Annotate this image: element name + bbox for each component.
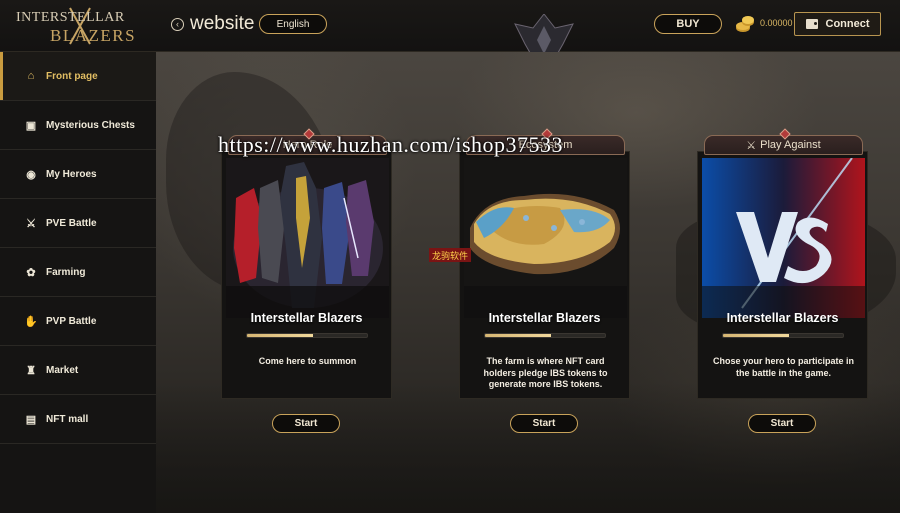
chest-icon: ▣ [25, 119, 37, 132]
card-description: Come here to summon [258, 356, 357, 366]
card-play-against: ⚔ Play Against Interstellar Blazers Chos… [697, 128, 868, 399]
language-selector[interactable]: English [259, 14, 327, 34]
card-progress-fill [247, 334, 313, 337]
crossed-swords-icon: ⚔ [26, 217, 36, 230]
wallet-icon [805, 19, 818, 29]
app-logo[interactable]: INTERSTELLAR BLAZERS [12, 6, 144, 48]
card-description: Chose your hero to participate in the ba… [712, 356, 855, 378]
gem-icon [779, 128, 791, 140]
sidebar-item-mysterious-chests[interactable]: ▣ Mysterious Chests [0, 101, 156, 150]
card-progress-bar [722, 333, 844, 338]
sidebar-nav: ⌂ Front page ▣ Mysterious Chests ◉ My He… [0, 52, 156, 513]
card-tab-label: Play Against [760, 139, 821, 151]
sidebar-item-my-heroes[interactable]: ◉ My Heroes [0, 150, 156, 199]
card-title: Interstellar Blazers [488, 311, 601, 325]
start-button[interactable]: Start [272, 414, 340, 433]
sidebar-item-label: My Heroes [46, 168, 97, 180]
connect-label: Connect [825, 18, 870, 30]
sidebar-item-label: Market [46, 364, 79, 376]
start-button[interactable]: Start [510, 414, 578, 433]
swords-icon: ⚔ [746, 139, 757, 152]
sidebar-item-label: Front page [46, 70, 98, 82]
sidebar-item-front-page[interactable]: ⌂ Front page [0, 52, 156, 101]
website-label: website [190, 13, 255, 34]
sidebar-item-farming[interactable]: ✿ Farming [0, 248, 156, 297]
sidebar-item-label: Farming [46, 266, 86, 278]
logo-text-top: INTERSTELLAR [16, 10, 125, 25]
watermark-url: https://www.huzhan.com/ishop37533 [218, 132, 564, 157]
shop-icon: ▤ [25, 413, 37, 426]
heroes-artwork [226, 158, 389, 318]
sidebar-item-label: PVE Battle [46, 217, 97, 229]
sidebar-item-label: NFT mall [46, 413, 89, 425]
connect-wallet-button[interactable]: Connect [794, 12, 881, 36]
sidebar-item-nft-mall[interactable]: ▤ NFT mall [0, 395, 156, 444]
card-progress-fill [485, 334, 551, 337]
start-button[interactable]: Start [748, 414, 816, 433]
card-ecosystem: Ecosystem Interstellar Blazers The farm … [459, 128, 630, 399]
coin-stack-icon [736, 16, 754, 32]
home-icon: ⌂ [27, 70, 35, 82]
card-tab: ⚔ Play Against [704, 128, 863, 155]
card-title: Interstellar Blazers [250, 311, 363, 325]
card-title: Interstellar Blazers [726, 311, 839, 325]
top-bar: INTERSTELLAR BLAZERS ‹ website English B… [0, 0, 900, 96]
coins-hand-icon: ✿ [26, 266, 36, 279]
watermark-stamp: 龙驹软件 [429, 248, 471, 262]
sidebar-item-label: Mysterious Chests [46, 119, 135, 131]
sidebar-item-label: PVP Battle [46, 315, 97, 327]
main-content: Hero Role Interstellar Blazers Come here… [156, 52, 900, 513]
logo-text-bottom: BLAZERS [50, 26, 137, 45]
card-description: The farm is where NFT card holders pledg… [483, 356, 608, 389]
island-map-artwork [464, 158, 627, 318]
card-progress-bar [484, 333, 606, 338]
chevron-left-icon: ‹ [171, 17, 184, 31]
background-ground-shadow [156, 382, 900, 513]
card-hero-role: Hero Role Interstellar Blazers Come here… [221, 128, 392, 399]
trophy-icon: ◉ [26, 168, 36, 181]
versus-artwork [702, 158, 865, 318]
card-progress-fill [723, 334, 789, 337]
buy-button[interactable]: BUY [654, 14, 722, 34]
sidebar-item-pvp-battle[interactable]: ✋ PVP Battle [0, 297, 156, 346]
sidebar-item-market[interactable]: ♜ Market [0, 346, 156, 395]
store-icon: ♜ [26, 364, 36, 377]
sidebar-item-pve-battle[interactable]: ⚔ PVE Battle [0, 199, 156, 248]
token-balance: 0.00000 [760, 18, 793, 28]
fist-icon: ✋ [24, 315, 38, 328]
website-link[interactable]: ‹ website [171, 12, 254, 36]
card-progress-bar [246, 333, 368, 338]
